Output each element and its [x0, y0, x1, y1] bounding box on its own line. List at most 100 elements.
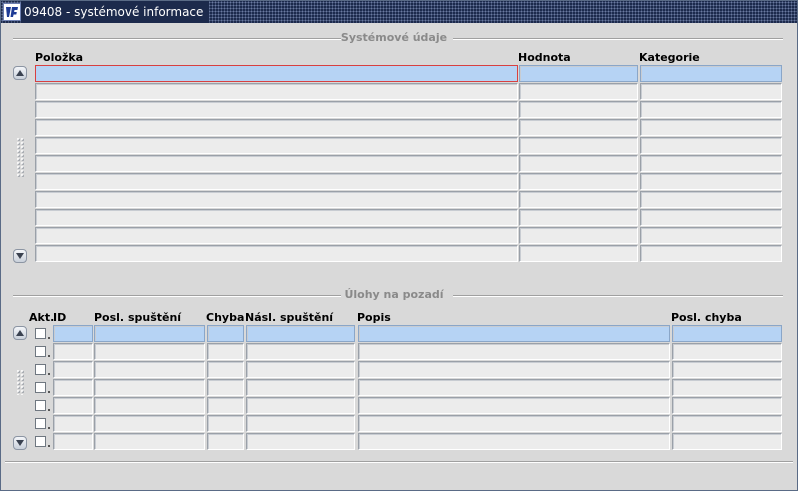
chyba-field[interactable] — [207, 361, 244, 378]
posl-chyba-field[interactable] — [672, 343, 782, 360]
title-bar[interactable]: 09408 - systémové informace — [1, 1, 797, 23]
popis-field[interactable] — [358, 433, 670, 450]
aktivni-checkbox[interactable] — [35, 436, 46, 447]
scroll-up-icon[interactable] — [13, 66, 27, 80]
aktivni-checkbox[interactable] — [35, 364, 46, 375]
nasl-spusteni-field[interactable] — [246, 397, 355, 414]
polozka-field[interactable] — [35, 191, 518, 208]
popis-field[interactable] — [358, 361, 670, 378]
scroll-down-icon[interactable] — [13, 436, 27, 450]
scroll-down-icon[interactable] — [13, 249, 27, 263]
nasl-spusteni-field[interactable] — [246, 433, 355, 450]
kategorie-field[interactable] — [640, 65, 782, 82]
nasl-spusteni-field[interactable] — [246, 379, 355, 396]
polozka-field[interactable] — [35, 155, 518, 172]
chyba-field[interactable] — [207, 397, 244, 414]
kategorie-field[interactable] — [640, 209, 782, 226]
popis-field[interactable] — [358, 325, 670, 342]
aktivni-checkbox[interactable] — [35, 382, 46, 393]
posl-spusteni-field[interactable] — [94, 361, 205, 378]
posl-chyba-field[interactable] — [672, 415, 782, 432]
polozka-field[interactable] — [35, 245, 518, 262]
posl-chyba-field[interactable] — [672, 325, 782, 342]
kategorie-field[interactable] — [640, 137, 782, 154]
hodnota-field[interactable] — [519, 227, 638, 244]
nasl-spusteni-field[interactable] — [246, 361, 355, 378]
popis-field[interactable] — [358, 379, 670, 396]
id-field[interactable] — [53, 343, 93, 360]
hodnota-field[interactable] — [519, 137, 638, 154]
hodnota-field[interactable] — [519, 209, 638, 226]
hodnota-field[interactable] — [519, 155, 638, 172]
scroll-grip[interactable] — [16, 137, 24, 177]
hodnota-field[interactable] — [519, 83, 638, 100]
posl-spusteni-field[interactable] — [94, 433, 205, 450]
hodnota-field[interactable] — [519, 101, 638, 118]
aktivni-checkbox[interactable] — [35, 328, 46, 339]
polozka-field[interactable] — [35, 83, 518, 100]
scroll-grip[interactable] — [16, 369, 24, 395]
kategorie-field[interactable] — [640, 155, 782, 172]
nasl-spusteni-field[interactable] — [246, 415, 355, 432]
chyba-field[interactable] — [207, 379, 244, 396]
row-marker — [48, 373, 50, 375]
background-jobs-scrollbar[interactable] — [13, 325, 27, 451]
posl-chyba-field[interactable] — [672, 397, 782, 414]
aktivni-checkbox[interactable] — [35, 400, 46, 411]
popis-field[interactable] — [358, 415, 670, 432]
posl-spusteni-field[interactable] — [94, 415, 205, 432]
popis-field[interactable] — [358, 343, 670, 360]
popis-field[interactable] — [358, 397, 670, 414]
kategorie-field[interactable] — [640, 119, 782, 136]
posl-chyba-field[interactable] — [672, 433, 782, 450]
chyba-field[interactable] — [207, 343, 244, 360]
posl-chyba-field[interactable] — [672, 379, 782, 396]
id-field[interactable] — [53, 325, 93, 342]
posl-chyba-field[interactable] — [672, 361, 782, 378]
scroll-up-icon[interactable] — [13, 326, 27, 340]
kategorie-field[interactable] — [640, 227, 782, 244]
chyba-field[interactable] — [207, 415, 244, 432]
column-header-polozka: Položka — [35, 51, 84, 64]
id-field[interactable] — [53, 361, 93, 378]
nasl-spusteni-field[interactable] — [246, 325, 355, 342]
main-window: 09408 - systémové informace Systémové úd… — [0, 0, 798, 491]
kategorie-field[interactable] — [640, 245, 782, 262]
hodnota-field[interactable] — [519, 245, 638, 262]
polozka-field[interactable] — [35, 137, 518, 154]
polozka-field[interactable] — [35, 101, 518, 118]
kategorie-field[interactable] — [640, 83, 782, 100]
chyba-field[interactable] — [207, 433, 244, 450]
column-header-kategorie: Kategorie — [639, 51, 700, 64]
chyba-field[interactable] — [207, 325, 244, 342]
kategorie-field[interactable] — [640, 191, 782, 208]
nasl-spusteni-field[interactable] — [246, 343, 355, 360]
posl-spusteni-field[interactable] — [94, 379, 205, 396]
polozka-field[interactable] — [35, 119, 518, 136]
kategorie-field[interactable] — [640, 173, 782, 190]
id-field[interactable] — [53, 433, 93, 450]
polozka-field[interactable] — [35, 65, 518, 82]
polozka-field[interactable] — [35, 173, 518, 190]
row-marker — [48, 337, 50, 339]
id-field[interactable] — [53, 397, 93, 414]
kategorie-field[interactable] — [640, 101, 782, 118]
section-divider-right — [453, 38, 783, 40]
polozka-field[interactable] — [35, 209, 518, 226]
id-field[interactable] — [53, 379, 93, 396]
system-scrollbar[interactable] — [13, 65, 27, 265]
aktivni-checkbox[interactable] — [35, 346, 46, 357]
posl-spusteni-field[interactable] — [94, 325, 205, 342]
hodnota-field[interactable] — [519, 119, 638, 136]
row-marker — [48, 409, 50, 411]
posl-spusteni-field[interactable] — [94, 343, 205, 360]
section-divider-left — [13, 295, 341, 297]
hodnota-field[interactable] — [519, 173, 638, 190]
aktivni-checkbox[interactable] — [35, 418, 46, 429]
hodnota-field[interactable] — [519, 65, 638, 82]
hodnota-field[interactable] — [519, 191, 638, 208]
polozka-field[interactable] — [35, 227, 518, 244]
posl-spusteni-field[interactable] — [94, 397, 205, 414]
row-marker — [48, 391, 50, 393]
id-field[interactable] — [53, 415, 93, 432]
